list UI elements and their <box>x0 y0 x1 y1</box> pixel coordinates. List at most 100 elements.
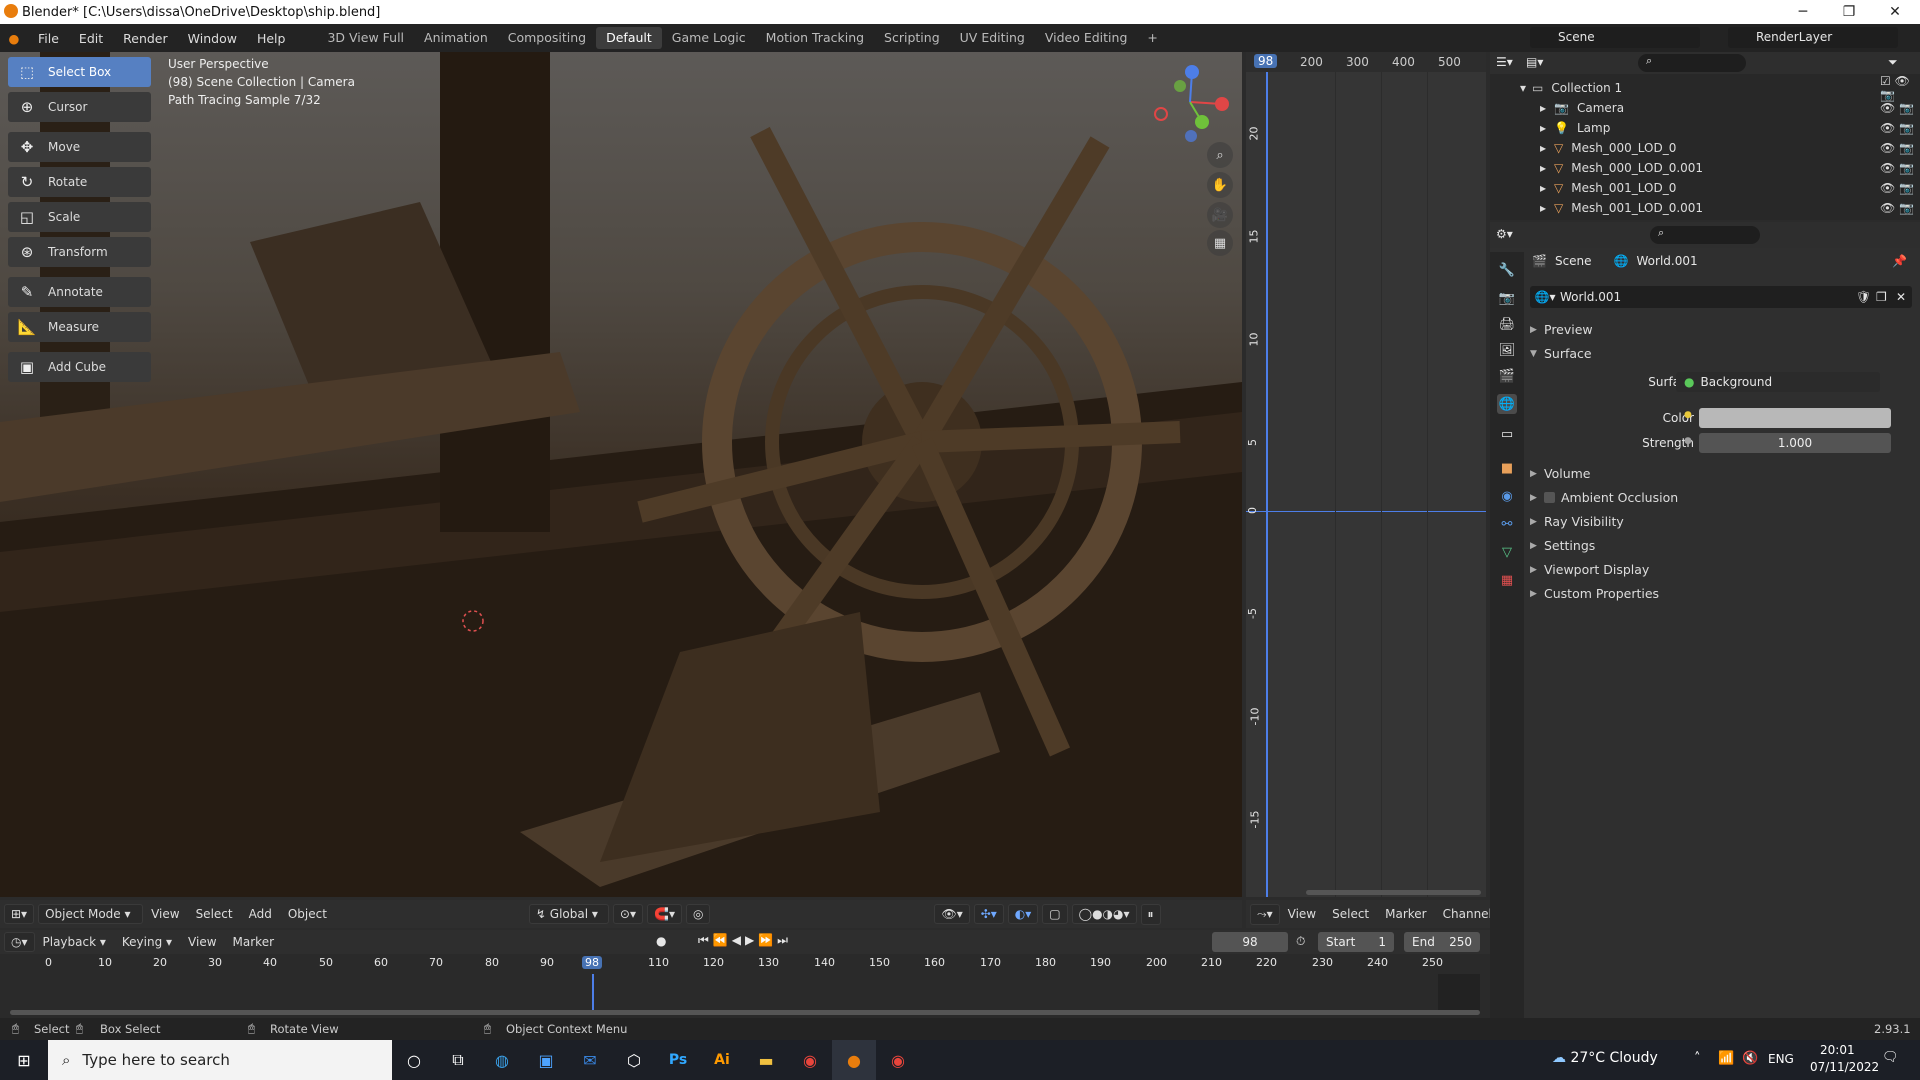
chrome-profile-icon[interactable]: ◉ <box>876 1040 920 1080</box>
render-tab-icon[interactable]: 📷 <box>1497 288 1517 308</box>
notifications-icon[interactable]: 🗨 <box>1882 1050 1899 1065</box>
menu-render[interactable]: Render <box>113 31 178 46</box>
panel-ray-visibility[interactable]: ▶ Ray Visibility <box>1530 514 1624 529</box>
timeline-ruler[interactable]: 0 10 20 30 40 50 60 70 80 90 98 110 120 … <box>0 956 1490 976</box>
ortho-grid-icon[interactable]: ▦ <box>1207 230 1233 256</box>
viewport-menu-view[interactable]: View <box>143 907 187 921</box>
close-icon[interactable]: ✕ <box>1872 0 1918 24</box>
workspace-tab[interactable]: Game Logic <box>662 27 756 49</box>
overlay-toggle-icon[interactable]: ◐▾ <box>1007 904 1039 924</box>
scene-tab-icon[interactable]: 🎬 <box>1497 366 1517 386</box>
weather-widget[interactable]: ☁ 27°C Cloudy <box>1552 1050 1658 1066</box>
gizmo-toggle-icon[interactable]: ✣▾ <box>973 904 1004 924</box>
viewport-menu-add[interactable]: Add <box>241 907 280 921</box>
menu-edit[interactable]: Edit <box>69 31 113 46</box>
snap-icon[interactable]: 🧲▾ <box>647 904 682 924</box>
timeline-menu-view[interactable]: View <box>180 935 224 949</box>
workspace-tab[interactable]: 3D View Full <box>317 27 414 49</box>
world-browse-icon[interactable]: 🌐▾ <box>1530 290 1560 304</box>
restore-icon[interactable]: ❐ <box>1826 0 1872 24</box>
clock-time[interactable]: 20:01 <box>1820 1043 1855 1057</box>
blender-menu-icon[interactable]: ● <box>0 31 28 46</box>
menu-file[interactable]: File <box>28 31 69 46</box>
timeline-scrollbar[interactable] <box>10 1010 1480 1015</box>
outliner[interactable]: ☰▾ ▤▾ ⌕ ⏷ ▾ ▭ Collection 1 ☑ 👁 📷 ▸ 📷 Camera… <box>1490 52 1920 220</box>
blender-taskbar-icon[interactable]: ● <box>832 1040 876 1080</box>
tool-select-box[interactable]: ⬚ Select Box <box>8 57 151 87</box>
3d-viewport[interactable]: ⬚ Select Box ⊕ Cursor ✥ Move ↻ Rotate ◱ Scale… <box>0 52 1242 897</box>
tool-transform[interactable]: ⊛ Transform <box>8 237 151 267</box>
outliner-item[interactable]: ▸ ▽ Mesh_001_LOD_0 👁 📷 <box>1490 178 1920 198</box>
workspace-tab[interactable]: Motion Tracking <box>756 27 874 49</box>
properties-search-input[interactable]: ⌕ <box>1650 226 1760 244</box>
ao-checkbox[interactable] <box>1544 492 1555 503</box>
graph-menu-marker[interactable]: Marker <box>1377 907 1434 921</box>
timeline-editor[interactable]: ◷▾ Playback ▾ Keying ▾ View Marker ● ⏮⏪◀… <box>0 930 1490 1027</box>
panel-viewport-display[interactable]: ▶ Viewport Display <box>1530 562 1649 577</box>
surface-shader-selector[interactable]: ● Background <box>1676 372 1880 392</box>
eye-icon[interactable]: 👁 📷 <box>1880 201 1914 215</box>
xray-icon[interactable]: ▢ <box>1042 904 1068 924</box>
add-workspace-icon[interactable]: + <box>1137 27 1167 49</box>
network-icon[interactable]: 📶 <box>1718 1051 1734 1066</box>
panel-settings[interactable]: ▶ Settings <box>1530 538 1595 553</box>
tool-annotate[interactable]: ✎ Annotate <box>8 277 151 307</box>
timeline-menu-playback[interactable]: Playback ▾ <box>35 935 114 949</box>
workspace-tab[interactable]: Video Editing <box>1035 27 1138 49</box>
mail-icon[interactable]: ✉ <box>568 1040 612 1080</box>
proportional-edit-icon[interactable]: ◎ <box>685 904 711 924</box>
unlink-icon[interactable]: ✕ <box>1896 290 1906 304</box>
workspace-tab-active[interactable]: Default <box>596 27 662 49</box>
timeline-menu-marker[interactable]: Marker <box>225 935 282 949</box>
tool-scale[interactable]: ◱ Scale <box>8 202 151 232</box>
world-tab-icon[interactable]: 🌐 <box>1497 394 1517 414</box>
collection-tab-icon[interactable]: ▭ <box>1497 424 1517 444</box>
panel-volume[interactable]: ▶ Volume <box>1530 466 1591 481</box>
viewport-menu-object[interactable]: Object <box>280 907 335 921</box>
cortana-icon[interactable]: ○ <box>392 1040 436 1080</box>
edge-browser-icon[interactable]: ◍ <box>480 1040 524 1080</box>
viewport-menu-select[interactable]: Select <box>188 907 241 921</box>
properties-editor-icon[interactable]: ⚙▾ <box>1496 227 1513 241</box>
strength-field[interactable]: 1.000 <box>1699 433 1891 453</box>
microsoft-store-icon[interactable]: ▣ <box>524 1040 568 1080</box>
workspace-tab[interactable]: UV Editing <box>950 27 1035 49</box>
panel-ambient-occlusion[interactable]: ▶ Ambient Occlusion <box>1530 490 1678 505</box>
tool-tab-icon[interactable]: 🔧 <box>1497 260 1517 280</box>
graph-playhead[interactable] <box>1266 72 1268 897</box>
world-datablock-selector[interactable]: 🌐▾ World.001 🛡 ❐ ✕ <box>1530 286 1912 308</box>
navigation-gizmo[interactable] <box>1150 62 1230 142</box>
task-view-icon[interactable]: ⧉ <box>436 1040 480 1080</box>
start-frame-field[interactable]: Start 1 <box>1318 932 1394 952</box>
zoom-icon[interactable]: ⌕ <box>1207 142 1233 168</box>
physics-tab-icon[interactable]: ◉ <box>1497 486 1517 506</box>
graph-menu-select[interactable]: Select <box>1324 907 1377 921</box>
output-tab-icon[interactable]: 🖨 <box>1497 314 1517 334</box>
file-explorer-icon[interactable]: ▬ <box>744 1040 788 1080</box>
object-tab-icon[interactable]: ■ <box>1497 458 1517 478</box>
workspace-tab[interactable]: Scripting <box>874 27 950 49</box>
outliner-item[interactable]: ▸ 💡 Lamp 👁 📷 <box>1490 118 1920 138</box>
shading-modes-icon[interactable]: ◯●◑◕▾ <box>1071 904 1137 924</box>
record-icon[interactable]: ● <box>656 934 666 948</box>
orientation-dropdown[interactable]: ↯ Global ▾ <box>528 904 609 924</box>
outliner-editor-icon[interactable]: ☰▾ <box>1496 55 1513 69</box>
tool-rotate[interactable]: ↻ Rotate <box>8 167 151 197</box>
filter-icon[interactable]: ⏷ <box>1888 55 1898 70</box>
graph-editor[interactable]: 98 200 300 400 500 20 15 10 5 0 -5 -10 -… <box>1246 52 1486 897</box>
timeline-playhead[interactable] <box>592 974 594 1014</box>
timeline-editor-icon[interactable]: ◷▾ <box>4 932 35 952</box>
tool-measure[interactable]: 📐 Measure <box>8 312 151 342</box>
illustrator-icon[interactable]: Ai <box>700 1040 744 1080</box>
menu-help[interactable]: Help <box>247 31 296 46</box>
outliner-search-input[interactable]: ⌕ <box>1638 54 1746 72</box>
pivot-icon[interactable]: ⊙▾ <box>612 904 643 924</box>
timeline-current-frame-marker[interactable]: 98 <box>582 956 602 969</box>
playback-controls[interactable]: ⏮⏪◀▶⏩⏭ <box>698 933 792 948</box>
chrome-icon[interactable]: ◉ <box>788 1040 832 1080</box>
constraints-tab-icon[interactable]: ⚯ <box>1497 514 1517 534</box>
workspace-tab[interactable]: Compositing <box>498 27 596 49</box>
eye-icon[interactable]: 👁 📷 <box>1880 101 1914 115</box>
outliner-item[interactable]: ▸ ▽ Mesh_000_LOD_0 👁 📷 <box>1490 138 1920 158</box>
graph-scrollbar[interactable] <box>1306 890 1481 895</box>
